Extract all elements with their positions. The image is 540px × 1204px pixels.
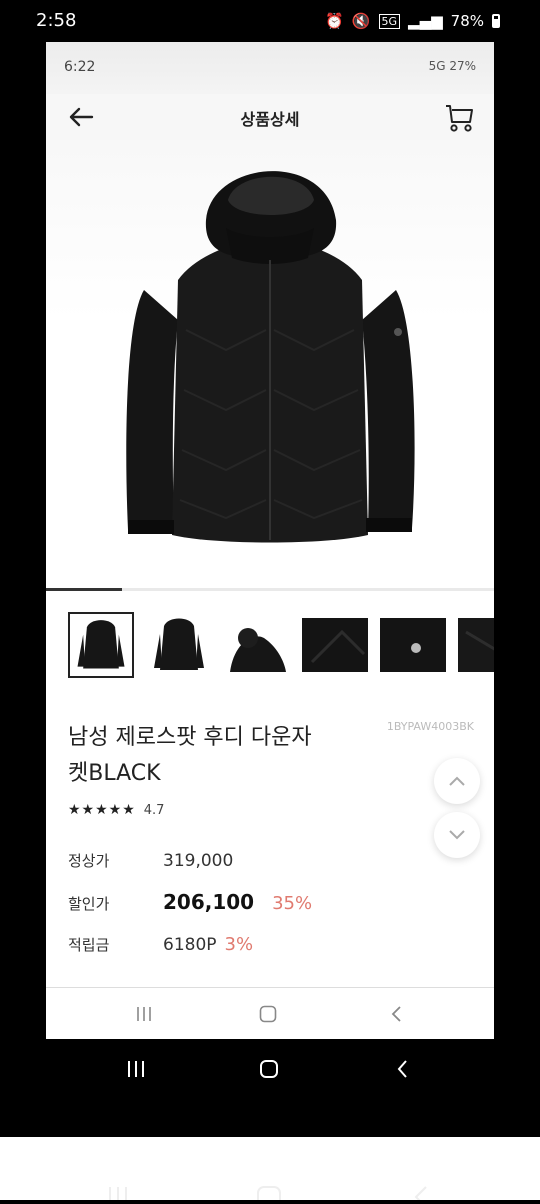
thumbnail-4[interactable] [302,612,368,678]
alarm-icon: ⏰ [325,12,344,30]
back-nav-icon [397,1060,407,1078]
inner-status-right: 5G 27% [428,59,476,73]
inner-recent-apps-button[interactable] [130,1002,158,1026]
recent-apps-button[interactable] [122,1057,150,1081]
back-nav-button[interactable] [388,1057,416,1081]
inner-home-button[interactable] [254,1002,282,1026]
gallery-progress-fill [46,588,123,591]
thumbnail-3[interactable] [224,612,290,678]
points-value: 6180P [163,935,217,955]
normal-price-value: 319,000 [163,851,234,871]
back-nav-icon [391,1006,401,1022]
points-percent: 3% [224,934,254,955]
battery-icon [492,14,500,28]
app-screen: 6:22 5G 27% 상품상세 1BYPAW4003BK 남성 제로스팟 후디… [46,42,494,1039]
scroll-down-button[interactable] [434,812,480,858]
normal-price-row: 정상가 319,000 [68,850,233,871]
inner-navigation-bar [46,987,494,1039]
inner-clock: 6:22 [64,59,96,75]
sale-price-value: 206,100 [163,890,255,914]
battery-percent: 78% [450,12,484,30]
system-clock: 2:58 [36,10,77,31]
rating-stars-icon: ★★★★★ [68,802,136,818]
inner-back-button[interactable] [382,1002,410,1026]
thumbnail-2[interactable] [146,612,212,678]
jacket-image [126,171,415,543]
system-navigation-bar [0,1039,540,1099]
signal-icon: ▂▄▆ [408,12,443,30]
system-status-icons: ⏰ 🔇 5G ▂▄▆ 78% [325,12,500,30]
product-name: 남성 제로스팟 후디 다운자 켓BLACK [68,720,368,792]
network-label: 5G [378,13,401,29]
product-image[interactable] [46,140,494,590]
thumbnail-1[interactable] [68,612,134,678]
thumbnail-6[interactable] [458,612,494,678]
product-name-line1: 남성 제로스팟 후디 다운자 [68,725,312,750]
app-header: 상품상세 [46,94,494,140]
sale-price-label: 할인가 [68,895,110,913]
product-code: 1BYPAW4003BK [386,720,474,733]
product-name-line2: 켓BLACK [68,761,161,786]
rating-row: ★★★★★ 4.7 [68,802,164,818]
scroll-down-icon [449,830,465,840]
page-title: 상품상세 [240,110,300,129]
ghost-nav-icons [109,1186,427,1204]
thumbnail-5[interactable] [380,612,446,678]
thumbnail-list [68,612,494,680]
cart-button[interactable] [442,100,476,134]
home-button[interactable] [255,1057,283,1081]
gallery-progress [46,588,494,591]
sale-price-row: 할인가 206,100 35% [68,890,312,914]
cart-icon [446,105,473,132]
recent-apps-icon [128,1061,144,1077]
scroll-up-icon [449,776,465,786]
points-label: 적립금 [68,936,110,954]
system-status-bar: 2:58 ⏰ 🔇 5G ▂▄▆ 78% [0,0,540,42]
points-row: 적립금 6180P 3% [68,934,253,955]
mute-icon: 🔇 [351,12,371,30]
lower-ghost-nav [0,1137,540,1204]
discount-percent: 35% [272,893,313,914]
scroll-up-button[interactable] [434,758,480,804]
inner-status-bar: 6:22 5G 27% [46,42,494,94]
rating-value: 4.7 [143,802,165,818]
normal-price-label: 정상가 [68,852,110,870]
home-icon [259,1005,277,1023]
recent-apps-icon [137,1007,151,1021]
home-icon [260,1060,278,1078]
